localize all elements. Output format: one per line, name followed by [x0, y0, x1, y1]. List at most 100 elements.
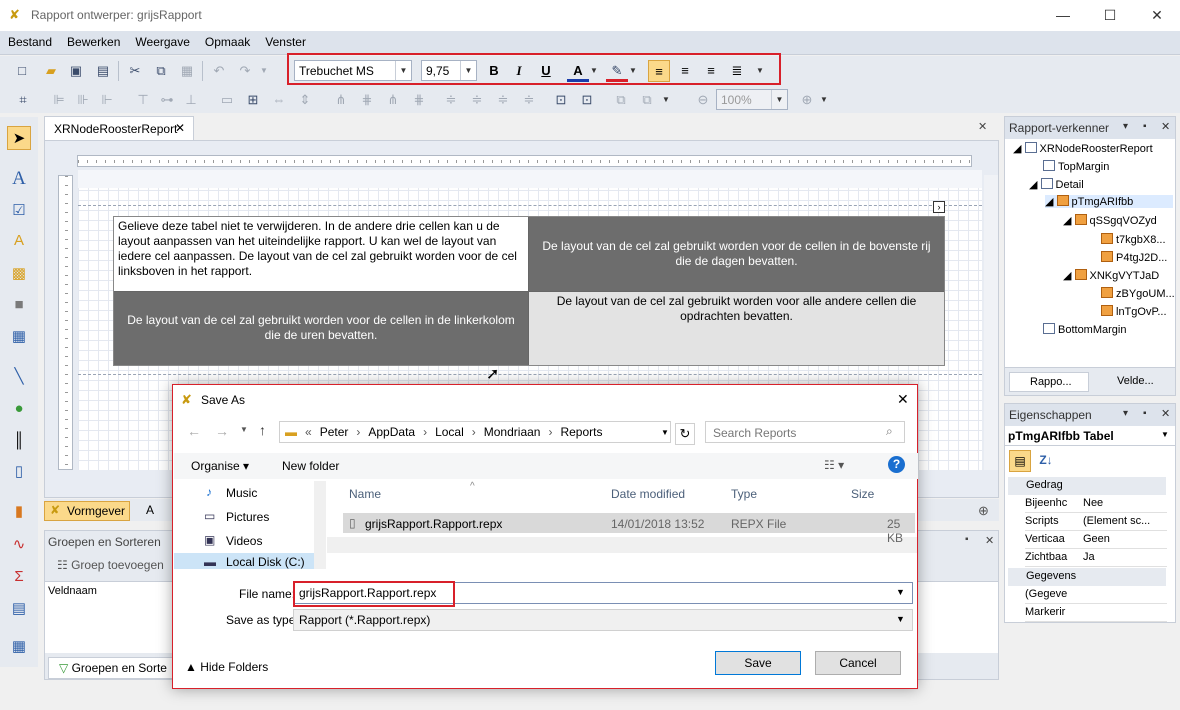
tab-rapport[interactable]: Rappo... — [1009, 372, 1089, 392]
bring-to-front-icon[interactable]: ⧉ — [610, 89, 632, 111]
pointer-icon[interactable]: ➤ — [7, 126, 31, 150]
align-tops-icon[interactable]: ⊤ — [132, 89, 154, 111]
property-row[interactable]: (Gegeve — [1025, 586, 1167, 604]
h-spacing-decrease-icon[interactable]: ⋔ — [382, 89, 404, 111]
redo-icon[interactable]: ↷ — [234, 60, 256, 82]
size-to-grid-icon[interactable]: ▭ — [216, 89, 238, 111]
category-gegevens[interactable]: Gegevens — [1008, 568, 1166, 586]
shape-tool-icon[interactable]: ● — [7, 397, 31, 421]
design-vscrollbar[interactable] — [984, 175, 998, 470]
paste-icon[interactable]: ▦ — [176, 60, 198, 82]
cancel-button[interactable]: Cancel — [815, 651, 901, 675]
property-row[interactable]: Verticaa Geen — [1025, 531, 1167, 549]
align-middles-icon[interactable]: ⊶ — [156, 89, 178, 111]
dropdown-icon[interactable]: ▾ — [1123, 121, 1128, 132]
pin-icon[interactable]: ▪ — [1143, 408, 1147, 419]
v-spacing-increase-icon[interactable]: ≑ — [466, 89, 488, 111]
tab-xrnoderoosterreport[interactable]: XRNodeRoosterReport ✕ — [44, 116, 194, 140]
cut-icon[interactable]: ✂ — [124, 60, 146, 82]
minimize-button[interactable]: — — [1040, 0, 1086, 31]
alphabetical-icon[interactable]: Z↓ — [1035, 450, 1057, 472]
make-same-size-icon[interactable]: ⊞ — [242, 89, 264, 111]
make-same-height-icon[interactable]: ⇕ — [294, 89, 316, 111]
column-date[interactable]: Date modified — [611, 487, 685, 501]
redo-dropdown-icon[interactable]: ▼ — [258, 60, 270, 82]
save-type-select[interactable]: Rapport (*.Rapport.repx) ▼ — [293, 609, 913, 631]
close-icon[interactable]: ✕ — [1161, 407, 1170, 420]
zipcode-tool-icon[interactable]: ▯ — [7, 460, 31, 484]
tab-groepen[interactable]: ▽ Groepen en Sorte — [59, 661, 167, 675]
property-row[interactable]: Scripts (Element sc... — [1025, 513, 1167, 531]
subreport-tool-icon[interactable]: ▦ — [7, 635, 31, 659]
pin-icon[interactable]: ▪ — [965, 534, 969, 545]
summary-tool-icon[interactable]: Σ — [7, 565, 31, 589]
nav-item-local-disk[interactable]: Local Disk (C:) — [226, 555, 305, 569]
tab-other[interactable]: A — [146, 503, 154, 517]
tree-node[interactable]: ◢ XNKgVYTJaD — [1063, 269, 1159, 282]
document-close-icon[interactable]: ✕ — [978, 120, 987, 133]
save-icon[interactable]: ▣ — [65, 60, 87, 82]
h-spacing-increase-icon[interactable]: ⋕ — [356, 89, 378, 111]
richtext-tool-icon[interactable]: A — [7, 229, 31, 253]
help-icon[interactable]: ? — [888, 456, 905, 473]
h-spacing-equal-icon[interactable]: ⋔ — [330, 89, 352, 111]
new-folder-button[interactable]: New folder — [282, 459, 339, 473]
align-to-grid-icon[interactable]: ⌗ — [12, 89, 34, 111]
align-lefts-icon[interactable]: ⊫ — [48, 89, 70, 111]
close-icon[interactable]: ✕ — [1161, 120, 1170, 133]
organise-button[interactable]: Organise ▾ — [191, 459, 249, 473]
table-cell-top-left[interactable]: Gelieve deze tabel niet te verwijderen. … — [114, 217, 529, 292]
h-spacing-remove-icon[interactable]: ⋕ — [408, 89, 430, 111]
v-spacing-equal-icon[interactable]: ≑ — [440, 89, 462, 111]
tree-node[interactable]: lnTgOvP... — [1101, 305, 1167, 318]
label-tool-icon[interactable]: A — [7, 167, 31, 191]
zoom-combo[interactable]: 100% ▼ — [716, 89, 788, 110]
sparkline-tool-icon[interactable]: ∿ — [7, 533, 31, 557]
new-icon[interactable]: □ — [11, 60, 33, 82]
align-rights-icon[interactable]: ⊩ — [96, 89, 118, 111]
property-row[interactable]: Zichtbaa Ja — [1025, 549, 1167, 567]
table-tool-icon[interactable]: ▦ — [7, 325, 31, 349]
save-all-icon[interactable]: ▤ — [92, 60, 114, 82]
copy-icon[interactable]: ⧉ — [150, 60, 172, 82]
align-centers-icon[interactable]: ⊪ — [72, 89, 94, 111]
center-horizontally-icon[interactable]: ⊡ — [550, 89, 572, 111]
file-hscrollbar[interactable] — [327, 537, 917, 553]
dialog-close-button[interactable]: ✕ — [897, 391, 909, 408]
property-row[interactable]: Bijeenhc Nee — [1025, 495, 1167, 513]
nav-item-pictures[interactable]: Pictures — [226, 510, 269, 524]
back-icon[interactable]: ← — [187, 423, 201, 439]
menu-venster[interactable]: Venster — [257, 31, 313, 49]
tab-velden[interactable]: Velde... — [1097, 372, 1171, 392]
barcode-tool-icon[interactable]: ║ — [7, 429, 31, 453]
file-row[interactable]: ▯ grijsRapport.Rapport.repx 14/01/2018 1… — [343, 513, 915, 545]
refresh-icon[interactable]: ↻ — [675, 423, 695, 445]
pin-icon[interactable]: ▪ — [1143, 121, 1147, 132]
menu-weergave[interactable]: Weergave — [127, 31, 196, 49]
nav-item-videos[interactable]: Videos — [226, 534, 262, 548]
object-selector[interactable]: pTmgARIfbb Tabel ▼ — [1005, 426, 1175, 446]
zoom-out-icon[interactable]: ⊖ — [692, 89, 714, 111]
menu-bewerken[interactable]: Bewerken — [59, 31, 127, 49]
line-tool-icon[interactable]: ╲ — [7, 365, 31, 389]
panel-tool-icon[interactable]: ■ — [7, 293, 31, 317]
tree-node[interactable]: BottomMargin — [1043, 323, 1126, 336]
smart-tag-icon[interactable]: › — [933, 201, 945, 213]
column-name[interactable]: Name — [349, 487, 381, 501]
menu-bestand[interactable]: Bestand — [0, 31, 59, 49]
tree-node[interactable]: ◢ Detail — [1029, 178, 1084, 191]
tree-node[interactable]: zBYgoUM... — [1101, 287, 1175, 300]
recent-dropdown-icon[interactable]: ▼ — [240, 425, 248, 434]
table-cell-bottom-right[interactable]: De layout van de cel zal gebruikt worden… — [529, 292, 944, 365]
chevron-down-icon[interactable]: ▼ — [896, 587, 905, 597]
tree-node[interactable]: P4tgJ2D... — [1101, 251, 1167, 264]
table-cell-top-right[interactable]: De layout van de cel zal gebruikt worden… — [529, 217, 944, 292]
tree-node[interactable]: ◢ XRNodeRoosterReport — [1013, 142, 1153, 155]
v-spacing-remove-icon[interactable]: ≑ — [518, 89, 540, 111]
arrange-dropdown-icon[interactable]: ▼ — [660, 89, 672, 111]
chevron-down-icon[interactable]: ▼ — [656, 425, 672, 437]
forward-icon[interactable]: → — [215, 423, 229, 439]
save-button[interactable]: Save — [715, 651, 801, 675]
close-icon[interactable]: ✕ — [985, 534, 994, 547]
categorized-icon[interactable]: ▤ — [1009, 450, 1031, 472]
